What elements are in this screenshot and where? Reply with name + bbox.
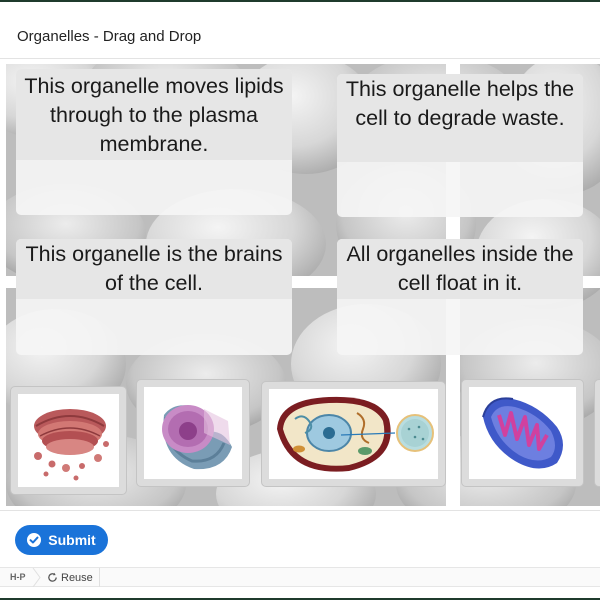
reuse-button[interactable]: Reuse — [47, 568, 100, 587]
dropzone-label: All organelles inside the cell float in … — [337, 239, 583, 299]
mitochondrion-icon — [482, 397, 563, 469]
dropzone-waste[interactable]: This organelle helps the cell to degrade… — [337, 74, 583, 217]
drag-drop-stage: This organelle moves lipids through to t… — [6, 64, 600, 506]
chevron-separator-icon — [32, 568, 41, 587]
footer-bar: H-P Reuse — [0, 567, 600, 587]
cell-diagram-icon — [277, 396, 434, 472]
nucleus-icon — [162, 405, 232, 470]
dropzone-label: This organelle helps the cell to degrade… — [337, 74, 583, 162]
title-bar: Organelles - Drag and Drop — [0, 4, 600, 59]
golgi-image — [18, 394, 119, 487]
reuse-label: Reuse — [61, 571, 93, 584]
submit-label: Submit — [48, 532, 96, 548]
draggable-partial[interactable] — [594, 379, 600, 487]
draggable-golgi[interactable] — [10, 386, 127, 495]
draggable-cell[interactable] — [261, 381, 446, 487]
dropzone-brains[interactable]: This organelle is the brains of the cell… — [16, 239, 292, 355]
h5p-logo: H-P — [10, 572, 26, 582]
h5p-frame: Organelles - Drag and Drop This organell… — [0, 0, 600, 600]
dropzone-lipids[interactable]: This organelle moves lipids through to t… — [16, 69, 292, 215]
dropzone-float[interactable]: All organelles inside the cell float in … — [337, 239, 583, 355]
dropzone-label: This organelle is the brains of the cell… — [16, 239, 292, 299]
mitochondrion-image — [469, 387, 576, 479]
golgi-apparatus-icon — [34, 409, 109, 481]
cell-image — [269, 389, 438, 479]
submit-button[interactable]: Submit — [15, 525, 108, 555]
reuse-icon — [48, 572, 57, 582]
draggable-mitochondrion[interactable] — [461, 379, 584, 487]
page-title: Organelles - Drag and Drop — [17, 28, 202, 45]
dropzone-label: This organelle moves lipids through to t… — [16, 69, 292, 160]
nucleus-image — [144, 387, 242, 479]
draggable-nucleus[interactable] — [136, 379, 250, 487]
check-icon — [27, 533, 42, 547]
action-bar: Submit — [0, 510, 600, 566]
